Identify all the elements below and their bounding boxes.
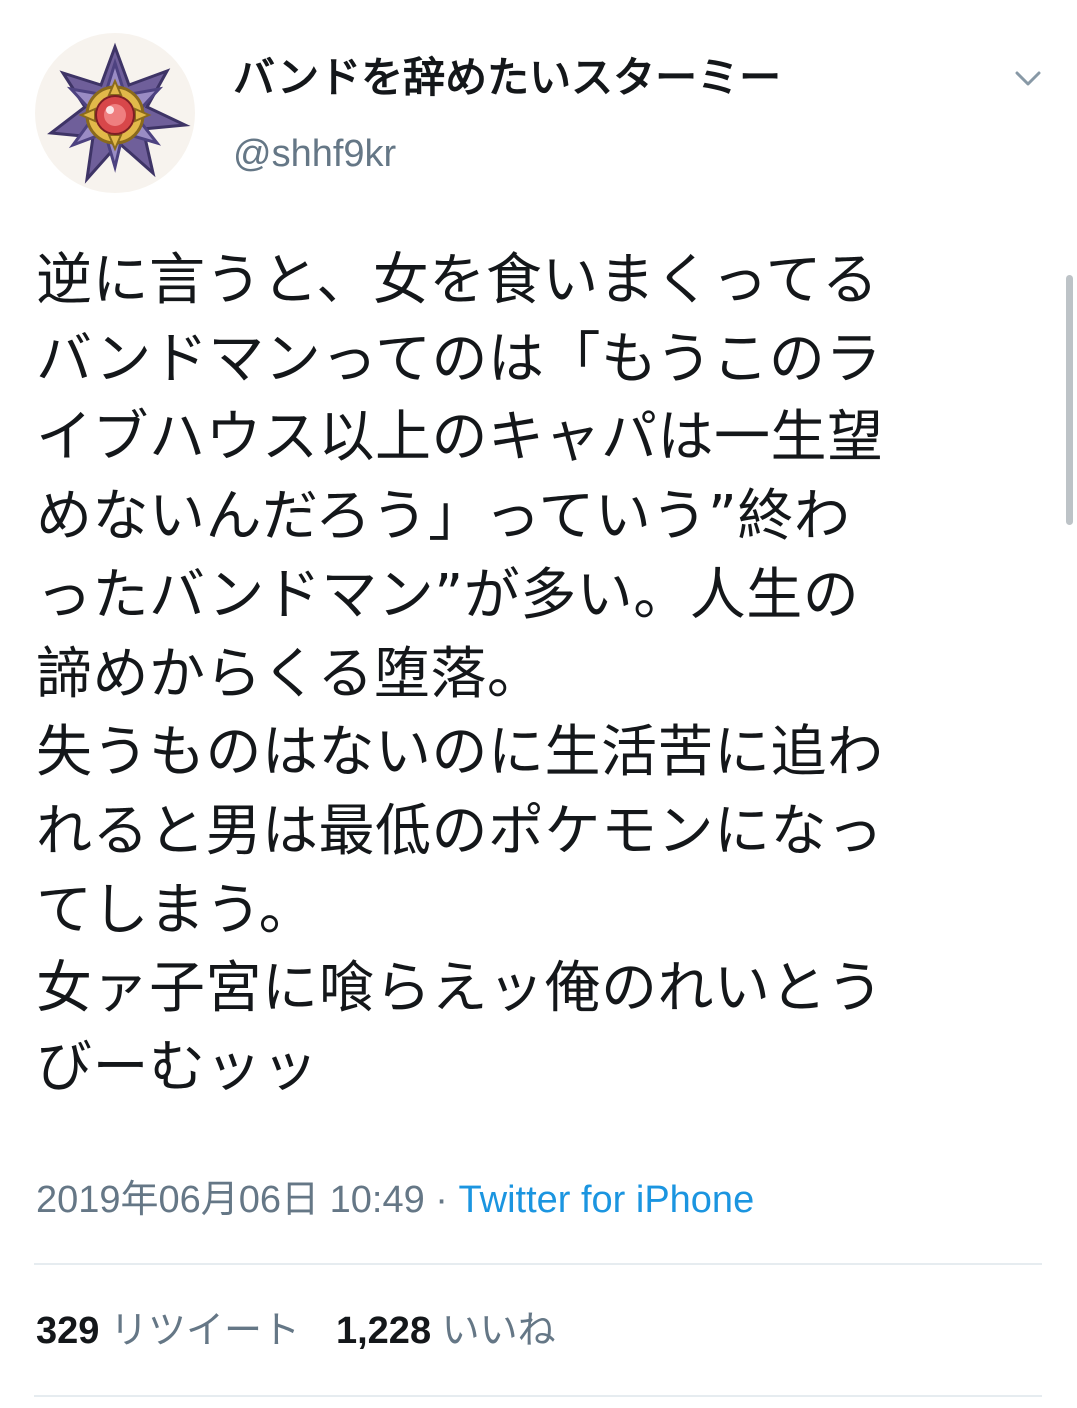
chevron-down-icon[interactable] <box>1010 60 1046 96</box>
display-name[interactable]: バンドを辞めたいスターミー <box>233 52 781 104</box>
tweet-line: 逆に言うと、女を食いまくってる <box>36 248 879 313</box>
likes-stat[interactable]: 1,228 いいね <box>336 1310 556 1352</box>
tweet-line: ったバンドマン”が多い。人生の <box>36 562 860 628</box>
like-label: いいね <box>441 1310 556 1352</box>
user-handle[interactable]: @shhf9kr <box>233 130 396 178</box>
tweet-line: びーむッッ <box>36 1035 319 1101</box>
tweet-line: 女ァ子宮に喰らえッ俺のれいとう <box>36 956 884 1022</box>
tweet-stats: 329 リツイート 1,228 いいね <box>36 1306 556 1356</box>
tweet-line: バンドマンってのは「もうこのラ <box>36 326 882 392</box>
avatar[interactable] <box>35 33 195 193</box>
meta-separator: · <box>424 1179 459 1221</box>
divider <box>34 1395 1042 1397</box>
tweet-line: 諦めからくる堕落。 <box>36 641 544 707</box>
tweet-line: てしまう。 <box>36 877 316 943</box>
tweet-line: めないんだろう」っていう”終わ <box>36 484 851 550</box>
tweet-line: れると男は最低のポケモンになっ <box>36 798 884 864</box>
retweet-label: リツイート <box>109 1310 300 1352</box>
tweet-line: イブハウス以上のキャパは一生望 <box>36 405 884 471</box>
divider <box>34 1263 1042 1265</box>
tweet-meta: 2019年06月06日 10:49 · Twitter for iPhone <box>36 1175 754 1225</box>
tweet-text: 逆に言うと、女を食いまくってる バンドマンってのは「もうこのラ イブハウス以上の… <box>36 242 1036 1108</box>
retweet-count: 329 <box>36 1310 100 1352</box>
retweets-stat[interactable]: 329 リツイート <box>36 1310 300 1352</box>
tweet-source-link[interactable]: Twitter for iPhone <box>459 1179 755 1221</box>
starmie-avatar-image <box>47 42 191 184</box>
scrollbar[interactable] <box>1066 275 1073 525</box>
tweet-line: 失うものはないのに生活苦に追わ <box>36 720 884 786</box>
tweet-timestamp[interactable]: 2019年06月06日 10:49 <box>36 1179 425 1221</box>
like-count: 1,228 <box>335 1310 432 1352</box>
